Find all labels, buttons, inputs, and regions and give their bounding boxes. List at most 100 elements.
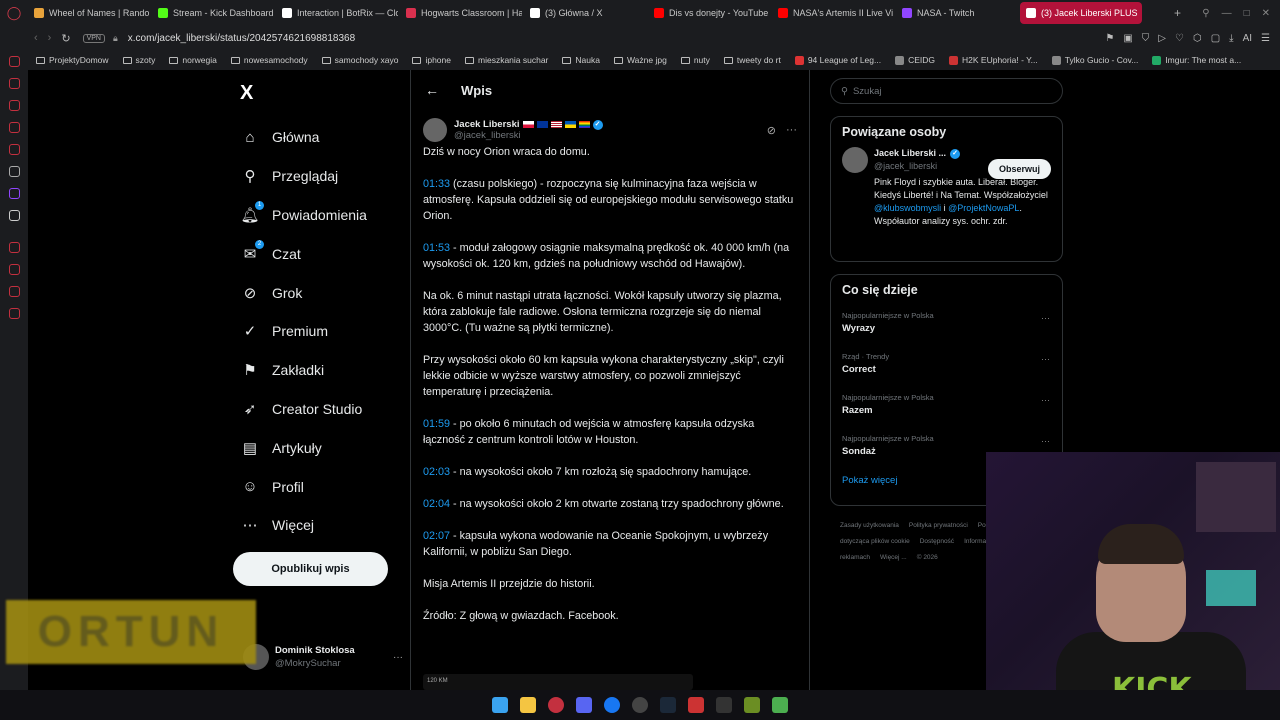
trend-item[interactable]: Najpopularniejsze w Polska Razem ··· bbox=[831, 387, 1062, 428]
menu-icon[interactable]: ☰ bbox=[1261, 33, 1270, 44]
opera-icon[interactable] bbox=[548, 697, 564, 713]
author-handle[interactable]: @jacek_liberski bbox=[454, 130, 603, 141]
sidebar-messenger-icon[interactable] bbox=[8, 122, 20, 133]
footer-link[interactable]: Zasady użytkowania bbox=[840, 522, 899, 529]
wallet-icon[interactable]: ▢ bbox=[1211, 33, 1220, 44]
trend-more-icon[interactable]: ··· bbox=[1041, 313, 1050, 323]
bookmark-item[interactable]: 94 League of Leg... bbox=[794, 55, 881, 65]
footer-link[interactable]: © 2026 bbox=[917, 554, 938, 561]
footer-link[interactable]: Dostępność bbox=[920, 538, 954, 545]
related-name[interactable]: Jacek Liberski ... bbox=[874, 147, 946, 160]
sidebar-wallet-icon[interactable] bbox=[8, 100, 20, 111]
ai-button[interactable]: AI bbox=[1243, 33, 1252, 44]
bookmark-item[interactable]: szoty bbox=[122, 55, 155, 65]
nav-item[interactable]: ☺ Profil bbox=[240, 467, 367, 506]
bookmark-item[interactable]: Ważne jpg bbox=[613, 55, 667, 65]
nav-item[interactable]: ⚑ Zakładki bbox=[240, 351, 367, 390]
sidebar-chatgpt-icon[interactable] bbox=[8, 166, 20, 177]
follow-button[interactable]: Obserwuj bbox=[987, 159, 1051, 179]
bookmark-item[interactable]: nowesamochody bbox=[230, 55, 308, 65]
trend-more-icon[interactable]: ··· bbox=[1041, 436, 1050, 446]
avatar[interactable] bbox=[842, 147, 868, 173]
close-window-icon[interactable]: ✕ bbox=[1262, 8, 1270, 19]
bookmark-item[interactable]: tweety do rt bbox=[723, 55, 781, 65]
windows-start-icon[interactable] bbox=[492, 697, 508, 713]
bookmark-item[interactable]: H2K EUphoria! - Y... bbox=[949, 55, 1038, 65]
timestamp-link[interactable]: 01:59 bbox=[423, 418, 450, 430]
x-logo-icon[interactable]: X bbox=[240, 82, 253, 105]
steam-icon[interactable] bbox=[660, 697, 676, 713]
nav-item[interactable]: ⌂ Główna bbox=[240, 118, 367, 157]
browser-tab[interactable]: Hogwarts Classroom | Ha bbox=[400, 2, 522, 24]
nav-item[interactable]: ⚲ Przeglądaj bbox=[240, 157, 367, 196]
sidebar-twitch-icon[interactable] bbox=[8, 188, 20, 199]
bio-link[interactable]: @ProjektNowaPL bbox=[948, 203, 1019, 213]
bookmark-item[interactable]: CEIDG bbox=[895, 55, 935, 65]
trend-item[interactable]: Najpopularniejsze w Polska Wyrazy ··· bbox=[831, 305, 1062, 346]
nav-item[interactable]: ▤ Artykuły bbox=[240, 428, 367, 467]
lock-icon[interactable]: 🔒︎ bbox=[113, 33, 118, 44]
sidebar-settings-icon[interactable] bbox=[8, 308, 20, 319]
screenshot-icon[interactable]: ▣ bbox=[1123, 33, 1132, 44]
avatar[interactable] bbox=[423, 118, 447, 142]
browser-tab[interactable]: Wheel of Names | Random bbox=[28, 2, 150, 24]
browser-tab[interactable]: NASA's Artemis II Live Vi bbox=[772, 2, 894, 24]
trend-more-icon[interactable]: ··· bbox=[1041, 395, 1050, 405]
bookmark-item[interactable]: samochody xayo bbox=[321, 55, 398, 65]
browser-tab[interactable]: (3) Główna / X bbox=[524, 2, 646, 24]
maximize-icon[interactable]: □ bbox=[1244, 8, 1250, 19]
author-name[interactable]: Jacek Liberski bbox=[454, 119, 520, 130]
sidebar-more-icon[interactable] bbox=[8, 286, 20, 297]
trend-item[interactable]: Rząd · Trendy Correct ··· bbox=[831, 346, 1062, 387]
footer-link[interactable]: Polityka prywatności bbox=[909, 522, 968, 529]
sidebar-clock-icon[interactable] bbox=[8, 264, 20, 275]
browser-logo-icon[interactable]: ◯ bbox=[0, 0, 28, 26]
bookmark-item[interactable]: iphone bbox=[412, 55, 451, 65]
shield-icon[interactable]: ⛉ bbox=[1142, 33, 1150, 44]
reload-icon[interactable]: ↻ bbox=[61, 32, 70, 45]
browser-tab[interactable]: NASA - Twitch bbox=[896, 2, 1018, 24]
nav-item[interactable]: ✓ Premium bbox=[240, 312, 367, 351]
bookmark-item[interactable]: nuty bbox=[680, 55, 710, 65]
facebook-icon[interactable] bbox=[604, 697, 620, 713]
nav-item[interactable]: ⊘ Grok bbox=[240, 273, 367, 312]
bookmark-item[interactable]: norwegia bbox=[169, 55, 217, 65]
terminal-icon[interactable] bbox=[716, 697, 732, 713]
url-field[interactable]: x.com/jacek_liberski/status/204257462169… bbox=[128, 33, 355, 44]
forward-icon[interactable]: › bbox=[48, 32, 52, 45]
minecraft-icon[interactable] bbox=[744, 697, 760, 713]
download-icon[interactable]: ⤓ bbox=[1229, 33, 1233, 44]
timestamp-link[interactable]: 02:04 bbox=[423, 498, 450, 510]
bookmark-page-icon[interactable]: ⚑ bbox=[1105, 33, 1114, 44]
sidebar-instagram-icon[interactable] bbox=[8, 144, 20, 155]
search-input[interactable]: ⚲ Szukaj bbox=[830, 78, 1063, 104]
timestamp-link[interactable]: 01:33 bbox=[423, 178, 450, 190]
timestamp-link[interactable]: 02:07 bbox=[423, 530, 450, 542]
bookmark-item[interactable]: Imgur: The most a... bbox=[1152, 55, 1241, 65]
extensions-icon[interactable]: ⬡ bbox=[1193, 33, 1202, 44]
post-media[interactable]: 120 KM bbox=[423, 674, 693, 690]
account-more-icon[interactable]: ··· bbox=[393, 652, 403, 663]
browser-tab[interactable]: (3) Jacek Liberski PLUS bbox=[1020, 2, 1142, 24]
sidebar-player-icon[interactable] bbox=[8, 78, 20, 89]
more-icon[interactable]: ··· bbox=[786, 124, 797, 137]
post-button[interactable]: Opublikuj wpis bbox=[233, 552, 388, 586]
browser-tab[interactable]: Stream - Kick Dashboard bbox=[152, 2, 274, 24]
browser-tab[interactable]: Interaction | BotRix — Clo bbox=[276, 2, 398, 24]
account-switcher[interactable]: Dominik Stoklosa @MokrySuchar ··· bbox=[243, 642, 403, 672]
nav-item[interactable]: ✉ 2 Czat bbox=[240, 234, 367, 273]
vpn-badge[interactable]: VPN bbox=[82, 33, 105, 43]
sidebar-history-icon[interactable] bbox=[8, 242, 20, 253]
minimize-icon[interactable]: — bbox=[1222, 8, 1232, 19]
bookmark-item[interactable]: Nauka bbox=[562, 55, 600, 65]
back-icon[interactable]: ‹ bbox=[34, 32, 38, 45]
discord-icon[interactable] bbox=[576, 697, 592, 713]
player-icon[interactable]: ▷ bbox=[1158, 33, 1166, 44]
browser-tab[interactable]: Dis vs donejty - YouTube bbox=[648, 2, 770, 24]
grok-icon[interactable]: ⊘ bbox=[767, 124, 776, 137]
footer-link[interactable]: Więcej ... bbox=[880, 554, 907, 561]
nav-item[interactable]: ⋯ Więcej bbox=[240, 506, 367, 545]
timestamp-link[interactable]: 02:03 bbox=[423, 466, 450, 478]
shield-app-icon[interactable] bbox=[688, 697, 704, 713]
back-arrow-icon[interactable]: ← bbox=[425, 82, 439, 98]
